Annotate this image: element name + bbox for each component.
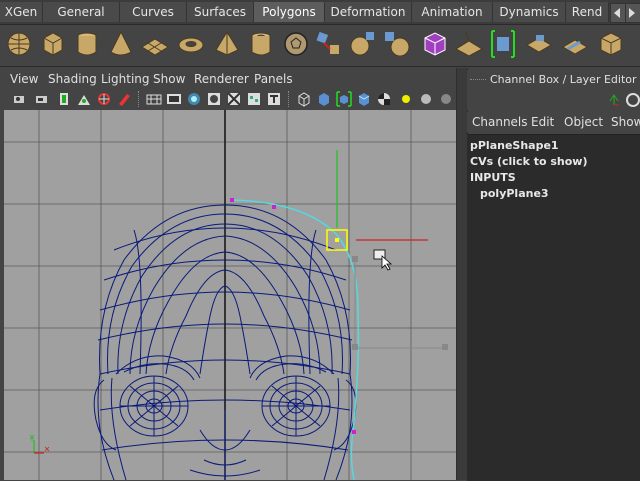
tab-curves[interactable]: Curves bbox=[120, 2, 187, 22]
motion-blur-icon[interactable] bbox=[438, 91, 454, 107]
scale-handle-guides bbox=[354, 260, 445, 349]
tab-deformation[interactable]: Deformation bbox=[325, 2, 412, 22]
ambient-occlusion-icon[interactable] bbox=[418, 91, 434, 107]
tab-xgen[interactable]: XGen bbox=[0, 2, 43, 22]
toolbar-separator bbox=[138, 91, 141, 107]
channel-box-menu-bar: Channels Edit Object Show bbox=[467, 112, 640, 132]
tab-animation[interactable]: Animation bbox=[412, 2, 493, 22]
channel-box-header: Channel Box / Layer Editor bbox=[467, 70, 640, 90]
wireframe-on-shaded-icon[interactable] bbox=[336, 91, 352, 107]
smooth-shade-icon[interactable] bbox=[316, 91, 332, 107]
scale-handle[interactable] bbox=[442, 344, 448, 350]
append-icon[interactable] bbox=[560, 29, 590, 59]
panel-toolbar bbox=[4, 88, 456, 111]
cone-icon[interactable] bbox=[106, 29, 136, 59]
tab-scroll-left-button[interactable] bbox=[610, 3, 626, 23]
soft-select-icon[interactable] bbox=[454, 29, 484, 59]
tab-surfaces[interactable]: Surfaces bbox=[187, 2, 254, 22]
grid-icon[interactable] bbox=[146, 91, 162, 107]
axis-toggle-icon[interactable] bbox=[608, 93, 620, 107]
shape-node-name[interactable]: pPlaneShape1 bbox=[470, 139, 559, 152]
smooth-icon[interactable] bbox=[382, 29, 412, 59]
inputs-header: INPUTS bbox=[470, 171, 516, 184]
mirror-icon[interactable] bbox=[420, 29, 450, 59]
axis-indicator-icon bbox=[29, 434, 50, 454]
shelf-tab-bar: XGen General Curves Surfaces Polygons De… bbox=[0, 0, 640, 25]
layer-editor-icon[interactable] bbox=[625, 92, 640, 108]
safe-action-icon[interactable] bbox=[246, 91, 262, 107]
edit-menu[interactable]: Edit bbox=[531, 115, 554, 129]
selected-cv-point[interactable] bbox=[335, 238, 339, 242]
sphere-icon[interactable] bbox=[4, 29, 34, 59]
bridge-icon[interactable] bbox=[524, 29, 554, 59]
panel-grip[interactable] bbox=[470, 79, 486, 82]
bevel-icon[interactable] bbox=[596, 29, 626, 59]
soccer-ball-icon[interactable] bbox=[281, 29, 311, 59]
use-lights-icon[interactable] bbox=[376, 91, 392, 107]
viewport-grid bbox=[4, 110, 456, 480]
lighting-menu[interactable]: Lighting bbox=[101, 72, 150, 86]
show-menu[interactable]: Show bbox=[153, 72, 185, 86]
view-menu[interactable]: View bbox=[10, 72, 38, 86]
extrude-icon[interactable] bbox=[488, 29, 518, 59]
shading-menu[interactable]: Shading bbox=[48, 72, 97, 86]
plane-icon[interactable] bbox=[140, 29, 170, 59]
tab-scroll-right-button[interactable] bbox=[625, 3, 640, 23]
curve-cv-point[interactable] bbox=[272, 205, 276, 209]
textured-icon[interactable] bbox=[356, 91, 372, 107]
bookmark-icon[interactable] bbox=[56, 91, 72, 107]
channel-box-title: Channel Box / Layer Editor bbox=[490, 73, 637, 86]
separate-icon[interactable] bbox=[348, 29, 378, 59]
polygons-shelf bbox=[0, 25, 640, 67]
tab-general[interactable]: General bbox=[43, 2, 120, 22]
scale-handle[interactable] bbox=[352, 256, 358, 262]
resolution-gate-icon[interactable] bbox=[186, 91, 202, 107]
cube-icon[interactable] bbox=[38, 29, 68, 59]
profile-curve[interactable] bbox=[231, 199, 360, 480]
object-menu[interactable]: Object bbox=[564, 115, 603, 129]
cvs-toggle[interactable]: CVs (click to show) bbox=[470, 155, 588, 168]
grease-pencil-icon[interactable] bbox=[116, 91, 132, 107]
pyramid-icon[interactable] bbox=[212, 29, 242, 59]
pipe-icon[interactable] bbox=[246, 29, 276, 59]
input-node-name[interactable]: polyPlane3 bbox=[480, 187, 549, 200]
toolbar-separator bbox=[288, 91, 291, 107]
wireframe-icon[interactable] bbox=[296, 91, 312, 107]
tab-rendering[interactable]: Rend bbox=[566, 2, 609, 22]
curve-cv-point[interactable] bbox=[352, 430, 356, 434]
panel-menu-bar: View Shading Lighting Show Renderer Pane… bbox=[4, 70, 456, 88]
camera-icon[interactable] bbox=[12, 91, 28, 107]
combine-icon[interactable] bbox=[314, 29, 344, 59]
tab-polygons[interactable]: Polygons bbox=[254, 2, 325, 22]
viewport-canvas[interactable] bbox=[4, 110, 456, 480]
scale-handle[interactable] bbox=[352, 344, 358, 350]
panels-menu[interactable]: Panels bbox=[254, 72, 293, 86]
2d-pan-icon[interactable] bbox=[96, 91, 112, 107]
channels-menu[interactable]: Channels bbox=[472, 115, 528, 129]
mouse-cursor-icon bbox=[373, 249, 393, 271]
field-chart-icon[interactable] bbox=[226, 91, 242, 107]
safe-title-icon[interactable] bbox=[266, 91, 282, 107]
perspective-viewport[interactable] bbox=[4, 110, 456, 480]
film-gate-icon[interactable] bbox=[166, 91, 182, 107]
shadows-icon[interactable] bbox=[398, 91, 414, 107]
cylinder-icon[interactable] bbox=[72, 29, 102, 59]
torus-icon[interactable] bbox=[176, 29, 206, 59]
gate-mask-icon[interactable] bbox=[206, 91, 222, 107]
renderer-menu[interactable]: Renderer bbox=[194, 72, 249, 86]
image-plane-icon[interactable] bbox=[76, 91, 92, 107]
show-menu[interactable]: Show bbox=[611, 115, 640, 129]
channel-box-icon-bar bbox=[467, 90, 640, 110]
tab-dynamics[interactable]: Dynamics bbox=[493, 2, 566, 22]
camera-attr-icon[interactable] bbox=[34, 91, 50, 107]
curve-cv-point[interactable] bbox=[230, 198, 234, 202]
channel-box-body: pPlaneShape1 CVs (click to show) INPUTS … bbox=[467, 134, 640, 481]
